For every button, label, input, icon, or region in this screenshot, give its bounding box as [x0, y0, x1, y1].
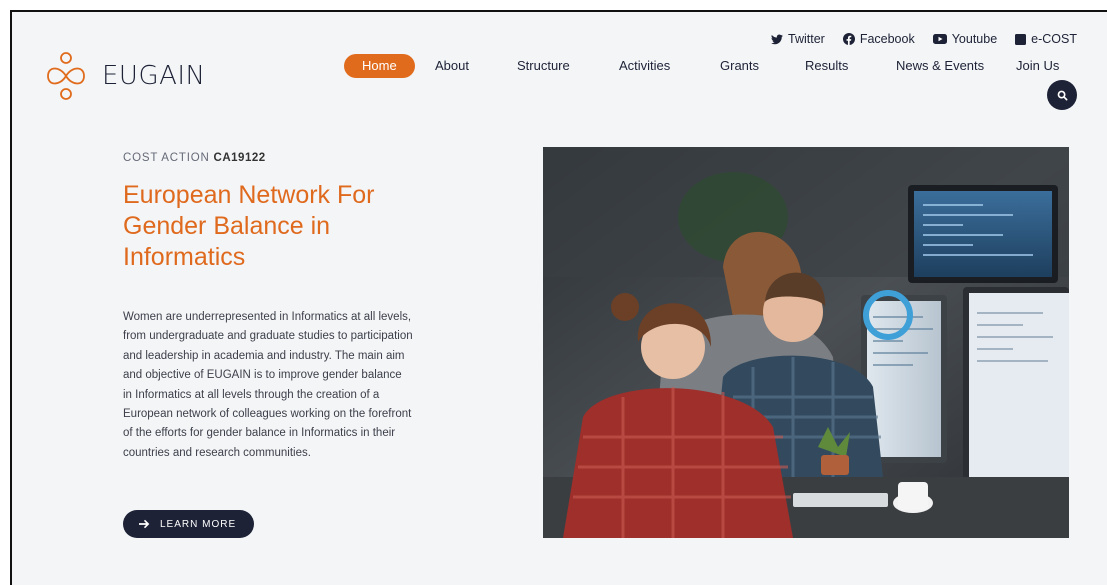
nav-item-about[interactable]: About	[435, 54, 469, 78]
learn-more-button[interactable]: LEARN MORE	[123, 510, 255, 538]
arrow-right-icon	[139, 519, 150, 529]
brand-logo[interactable]: EUGAIN	[42, 52, 206, 100]
nav-item-activities[interactable]: Activities	[619, 54, 670, 78]
nav-item-results[interactable]: Results	[805, 54, 848, 78]
square-icon	[1015, 33, 1027, 45]
nav-item-join-us[interactable]: Join Us	[1016, 54, 1059, 78]
eyebrow-prefix: COST ACTION	[123, 152, 210, 164]
nav-item-structure[interactable]: Structure	[517, 54, 570, 78]
social-label-facebook: Facebook	[859, 32, 915, 46]
social-label-ecost: e-COST	[1031, 32, 1077, 46]
social-label-twitter: Twitter	[788, 32, 825, 46]
social-link-ecost[interactable]: e-COST	[1015, 32, 1077, 46]
brand-name: EUGAIN	[102, 61, 206, 91]
page-frame: EUGAIN Twitter Facebook Youtube e-COST H…	[10, 10, 1107, 585]
facebook-icon	[842, 33, 855, 45]
youtube-icon	[932, 34, 947, 44]
nav-item-grants[interactable]: Grants	[720, 54, 759, 78]
nav-item-home[interactable]: Home	[344, 54, 415, 78]
hero-photo	[543, 147, 1069, 538]
twitter-icon	[771, 33, 783, 44]
social-link-twitter[interactable]: Twitter	[771, 32, 825, 46]
search-icon	[1057, 90, 1067, 100]
hero-image	[543, 147, 1069, 538]
search-button[interactable]	[1047, 80, 1077, 110]
nav-item-news-events[interactable]: News & Events	[896, 54, 984, 78]
learn-more-label: LEARN MORE	[160, 518, 237, 530]
main-nav: Home About Structure Activities Grants R…	[342, 54, 1077, 78]
action-code: CA19122	[213, 152, 266, 164]
social-link-facebook[interactable]: Facebook	[842, 32, 915, 46]
eugain-logo-icon	[47, 52, 85, 100]
social-label-youtube: Youtube	[951, 32, 998, 46]
social-links: Twitter Facebook Youtube e-COST	[771, 32, 1077, 46]
hero-title: European Network For Gender Balance in I…	[123, 181, 375, 271]
hero-eyebrow: COST ACTION CA19122	[123, 152, 266, 164]
social-link-youtube[interactable]: Youtube	[932, 32, 998, 46]
hero-description: Women are underrepresented in Informatic…	[123, 311, 413, 459]
